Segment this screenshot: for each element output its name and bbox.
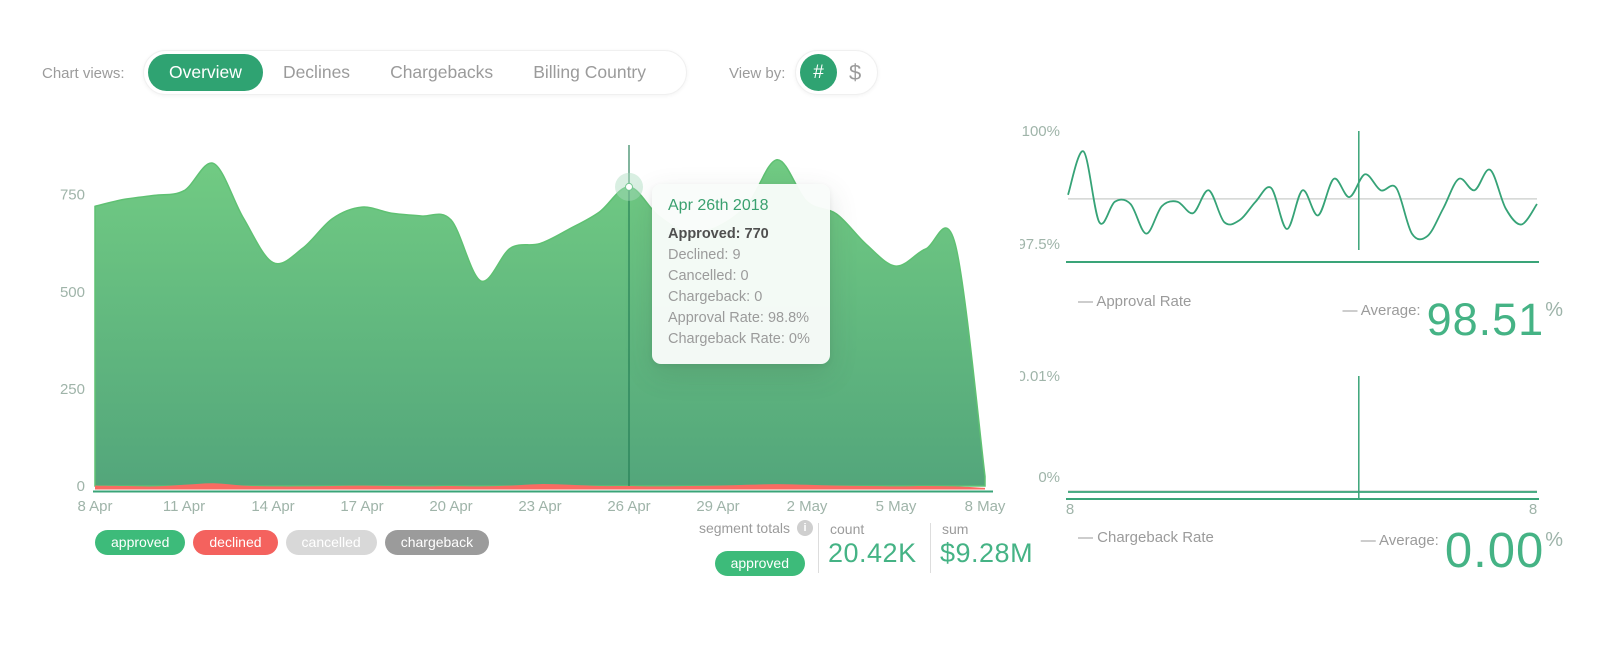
svg-text:26 Apr: 26 Apr xyxy=(607,498,650,515)
svg-text:2 May: 2 May xyxy=(787,498,828,515)
tooltip-chargeback: Chargeback: 0 xyxy=(668,287,814,308)
svg-text:11 Apr: 11 Apr xyxy=(163,498,205,515)
sum-value: $9.28M xyxy=(940,538,1033,569)
view-by-toggle: # $ xyxy=(795,50,878,95)
chart-tooltip: Apr 26th 2018 Approved: 770 Declined: 9 … xyxy=(652,184,830,364)
tooltip-approval-rate: Approval Rate: 98.8% xyxy=(668,308,814,329)
svg-text:750: 750 xyxy=(60,187,85,204)
tab-declines[interactable]: Declines xyxy=(263,54,370,91)
svg-text:100%: 100% xyxy=(1022,123,1060,140)
tab-chargebacks[interactable]: Chargebacks xyxy=(370,54,513,91)
tooltip-cancelled: Cancelled: 0 xyxy=(668,266,814,287)
svg-text:20 Apr: 20 Apr xyxy=(429,498,472,515)
transactions-area-chart[interactable]: 0 250 500 750 8 Apr 11 Apr 14 Apr 17 Apr 20 Apr 2… xyxy=(40,130,1030,522)
svg-text:500: 500 xyxy=(60,284,85,301)
svg-text:8 May: 8 May xyxy=(965,498,1006,515)
y-axis-labels: 0 250 500 750 xyxy=(60,187,85,495)
tooltip-chargeback-rate: Chargeback Rate: 0% xyxy=(668,329,814,350)
chargeback-rate-panel: 0.01%0%88 xyxy=(1020,360,1560,527)
approval-average: — Average: 98.51 % xyxy=(1342,297,1563,342)
y-axis-labels: 0.01% 0% xyxy=(1020,368,1060,486)
divider xyxy=(930,523,931,573)
count-label: count xyxy=(830,521,864,537)
tooltip-declined: Declined: 9 xyxy=(668,245,814,266)
chargeback-rate-series-label: — Chargeback Rate xyxy=(1078,529,1214,546)
tab-billing-country[interactable]: Billing Country xyxy=(513,54,666,91)
approval-average-value: 98.51 xyxy=(1427,297,1545,342)
count-value: 20.42K xyxy=(828,538,917,569)
count-toggle-icon[interactable]: # xyxy=(800,54,837,91)
sum-label: sum xyxy=(942,521,968,537)
chart-views-label: Chart views: xyxy=(42,65,125,82)
rate-line xyxy=(1068,151,1537,239)
segment-pill-approved: approved xyxy=(715,551,805,576)
transactions-chart-panel: 0 250 500 750 8 Apr 11 Apr 14 Apr 17 Apr 20 Apr 2… xyxy=(40,130,1030,580)
y-axis-labels: 100% 97.5% xyxy=(1020,123,1060,253)
info-icon[interactable]: i xyxy=(797,520,813,536)
dashboard: Chart views: Overview Declines Chargebac… xyxy=(0,0,1600,672)
svg-text:8 Apr: 8 Apr xyxy=(77,498,112,515)
svg-text:0.01%: 0.01% xyxy=(1020,368,1060,385)
chargeback-average: — Average: 0.00 % xyxy=(1361,527,1563,576)
svg-text:5 May: 5 May xyxy=(876,498,917,515)
average-label: — Average: xyxy=(1342,302,1420,319)
percent-sign: % xyxy=(1545,529,1563,552)
approval-rate-panel: 100% 97.5% xyxy=(1020,118,1560,275)
legend-pill-cancelled[interactable]: cancelled xyxy=(286,530,377,555)
chart-legend: approved declined cancelled chargeback xyxy=(95,530,497,555)
svg-text:0: 0 xyxy=(77,478,85,495)
approval-rate-chart[interactable]: 100% 97.5% xyxy=(1020,118,1560,270)
x-axis-labels: 8 Apr 11 Apr 14 Apr 17 Apr 20 Apr 23 Apr 26 Ap… xyxy=(77,498,1005,515)
legend-pill-approved[interactable]: approved xyxy=(95,530,185,555)
svg-text:8: 8 xyxy=(1066,501,1074,518)
tooltip-approved: Approved: 770 xyxy=(668,224,814,245)
average-label: — Average: xyxy=(1361,532,1439,549)
view-by-label: View by: xyxy=(729,65,785,82)
percent-sign: % xyxy=(1545,299,1563,322)
svg-text:97.5%: 97.5% xyxy=(1020,236,1060,253)
segment-totals-label: segment totals xyxy=(690,520,790,536)
chargeback-rate-chart[interactable]: 0.01%0%88 xyxy=(1020,360,1560,522)
approval-rate-series-label: — Approval Rate xyxy=(1078,293,1191,310)
svg-text:29 Apr: 29 Apr xyxy=(696,498,739,515)
tooltip-date: Apr 26th 2018 xyxy=(668,197,814,215)
segment-totals: segment totals i approved count 20.42K s… xyxy=(690,517,1035,579)
cursor-point xyxy=(626,183,633,190)
svg-text:14 Apr: 14 Apr xyxy=(251,498,294,515)
svg-text:17 Apr: 17 Apr xyxy=(340,498,383,515)
chargeback-average-value: 0.00 xyxy=(1445,527,1544,576)
divider xyxy=(818,523,819,573)
approved-area xyxy=(95,160,985,486)
legend-pill-declined[interactable]: declined xyxy=(193,530,277,555)
tab-overview[interactable]: Overview xyxy=(148,54,263,91)
svg-text:8: 8 xyxy=(1529,501,1537,518)
chart-views-tab-group: Overview Declines Chargebacks Billing Co… xyxy=(143,50,687,95)
legend-pill-chargeback[interactable]: chargeback xyxy=(385,530,489,555)
svg-text:0%: 0% xyxy=(1038,469,1060,486)
currency-toggle-icon[interactable]: $ xyxy=(849,60,861,86)
x-axis-labels: 88 xyxy=(1066,501,1537,518)
svg-text:250: 250 xyxy=(60,381,85,398)
svg-text:23 Apr: 23 Apr xyxy=(518,498,561,515)
